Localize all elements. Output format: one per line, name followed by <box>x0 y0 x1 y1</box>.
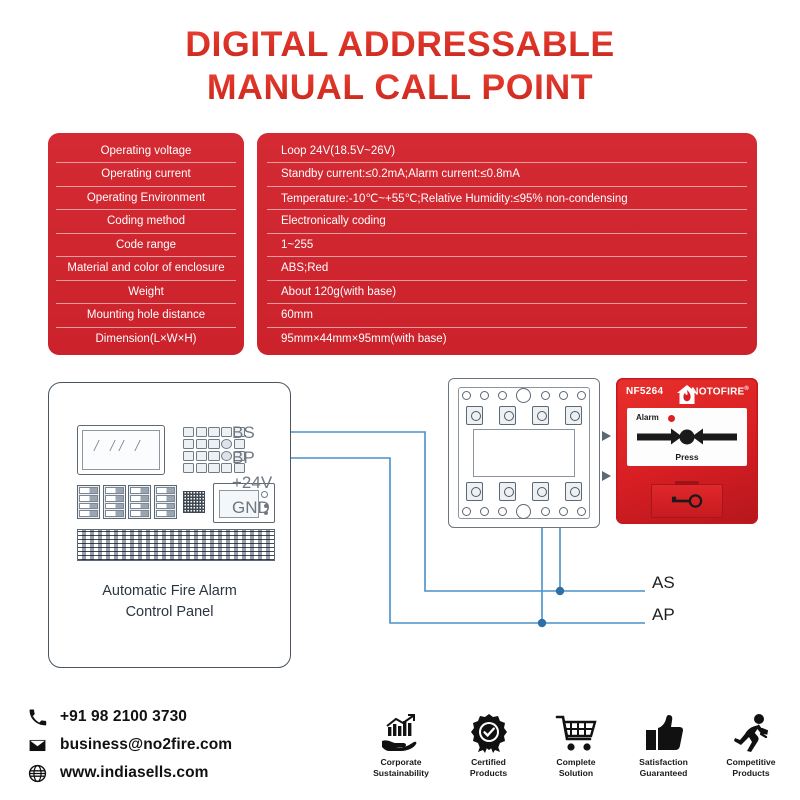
mounting-base-icon <box>448 378 611 528</box>
badge-label-line1: Satisfaction <box>639 757 688 767</box>
website-url: www.indiasells.com <box>60 764 209 781</box>
spec-value-panel: Loop 24V(18.5V~26V) Standby current:≤0.2… <box>257 133 757 355</box>
contact-block: +91 98 2100 3730 business@no2fire.com ww… <box>28 703 232 787</box>
junction-dot-ap <box>537 618 547 628</box>
envelope-icon <box>29 739 46 751</box>
badge-label-line2: Products <box>732 768 770 779</box>
spec-value: Temperature:-10℃~+55℃;Relative Humidity:… <box>267 187 747 210</box>
spec-value: About 120g(with base) <box>267 281 747 304</box>
panel-module-bank-icon <box>77 485 177 519</box>
panel-display-icon <box>77 425 165 475</box>
alarm-led-indicator <box>668 415 675 422</box>
spec-value: Loop 24V(18.5V~26V) <box>267 139 747 163</box>
badge-complete-solution: Complete Solution <box>537 712 615 780</box>
spec-label: Operating voltage <box>56 139 236 163</box>
badge-label-line2: Solution <box>558 768 594 779</box>
page-title: DIGITAL ADDRESSABLE MANUAL CALL POINT <box>0 24 800 109</box>
spec-value: 1~255 <box>267 234 747 257</box>
email-address: business@no2fire.com <box>60 736 233 753</box>
terminal-label-bs: BS <box>232 423 255 442</box>
spec-value: 60mm <box>267 304 747 328</box>
spec-label: Coding method <box>56 210 236 234</box>
badge-satisfaction-guaranteed: Satisfaction Guaranteed <box>625 712 703 780</box>
device-model-label: NF5264 <box>626 386 664 397</box>
spec-label: Dimension(L×W×H) <box>95 333 197 346</box>
alarm-label: Alarm <box>636 413 659 422</box>
running-man-icon <box>734 714 769 752</box>
device-brand-label: NOTOFIRE® <box>691 386 749 398</box>
reset-key-slot[interactable] <box>651 484 723 518</box>
terminal-label-bp: BP <box>232 448 255 467</box>
device-face-plate: Alarm Press <box>627 408 747 466</box>
badge-label-line1: Complete <box>556 757 596 767</box>
phone-number: +91 98 2100 3730 <box>60 708 188 725</box>
control-panel-caption: Automatic Fire Alarm Control Panel <box>49 581 290 623</box>
spec-label: Operating current <box>56 163 236 187</box>
badge-label-line2: Guaranteed <box>639 768 688 779</box>
wire-label-ap: AP <box>652 605 675 624</box>
badge-corporate-sustainability: Corporate Sustainability <box>362 712 440 780</box>
spec-label: Material and color of enclosure <box>56 257 236 281</box>
spec-label: Operating Environment <box>56 187 236 210</box>
terminal-label-gnd: GND <box>232 498 270 517</box>
spec-label: Code range <box>56 234 236 257</box>
wiring-diagram: Automatic Fire Alarm Control Panel BS BP… <box>0 370 800 690</box>
trust-badge-row: Corporate Sustainability Certified Produ… <box>362 712 790 780</box>
base-arrow-icon <box>602 471 611 481</box>
title-line-2: MANUAL CALL POINT <box>0 67 800 110</box>
phone-icon <box>29 709 47 725</box>
wire-label-as: AS <box>652 573 675 592</box>
growth-hand-icon <box>382 714 417 751</box>
title-line-1: DIGITAL ADDRESSABLE <box>0 24 800 67</box>
key-icon <box>671 494 703 508</box>
badge-label-line1: Corporate <box>380 757 422 767</box>
spec-value: ABS;Red <box>267 257 747 281</box>
certified-seal-icon <box>470 714 507 753</box>
spec-label-panel: Operating voltage Operating current Oper… <box>48 133 244 355</box>
contact-email-row: business@no2fire.com <box>28 731 232 759</box>
panel-terminal-labels: BS BP +24V GND <box>232 420 272 520</box>
arrow-left-icon <box>692 428 737 445</box>
globe-icon <box>28 764 47 782</box>
spec-value: Electronically coding <box>267 210 747 234</box>
spec-label: Mounting hole distance <box>56 304 236 328</box>
arrow-right-icon <box>637 428 682 445</box>
junction-dot-as <box>555 586 565 596</box>
base-arrow-icon <box>602 431 611 441</box>
spec-value: Standby current:≤0.2mA;Alarm current:≤0.… <box>267 163 747 187</box>
caption-line-2: Control Panel <box>125 604 214 621</box>
spec-value: 95mm×44mm×95mm(with base) <box>281 333 447 346</box>
panel-speaker-grille-icon <box>183 491 205 513</box>
badge-certified-products: Certified Products <box>450 712 528 780</box>
terminal-label-24v: +24V <box>232 473 273 492</box>
badge-label-line1: Competitive <box>726 757 776 767</box>
thumbs-up-icon <box>645 715 683 750</box>
badge-label-line2: Sustainability <box>373 768 429 779</box>
shopping-cart-icon <box>555 715 597 751</box>
contact-phone-row: +91 98 2100 3730 <box>28 703 232 731</box>
manual-call-point-device: NF5264 NOTOFIRE® Alarm Press <box>616 378 758 524</box>
badge-label-line1: Certified <box>471 757 506 767</box>
contact-website-row: www.indiasells.com <box>28 759 232 787</box>
badge-label-line2: Products <box>469 768 508 779</box>
press-button-icon[interactable] <box>679 429 695 445</box>
badge-competitive-products: Competitive Products <box>712 712 790 780</box>
press-label: Press <box>675 452 699 462</box>
panel-zone-bank-icon <box>77 529 275 561</box>
spec-label: Weight <box>56 281 236 304</box>
caption-line-1: Automatic Fire Alarm <box>102 583 237 599</box>
